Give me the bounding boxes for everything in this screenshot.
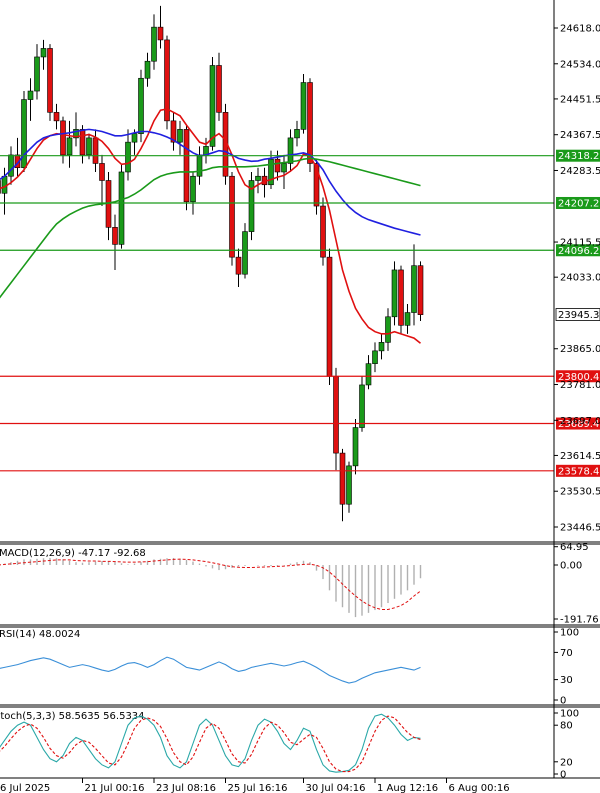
candle-body [131,133,138,143]
price-tick-label: 24451.5 [560,94,600,105]
candle-body [0,180,1,194]
candle-body [378,342,385,352]
candle-body [8,154,14,177]
time-tick-label: 6 Aug 00:16 [449,783,510,793]
candle-body [333,376,339,454]
stoch-tick-label: 100 [560,709,579,720]
candle-body [352,427,359,467]
price-tick-label: 24618.0 [560,24,600,35]
macd-tick-label: -191.76 [560,615,599,626]
candle-body [190,175,196,203]
candle-body [216,65,222,113]
candle-body [99,163,105,181]
candle-body [144,60,151,79]
candle-body [1,175,8,194]
candle-body [307,82,313,164]
candle-body [320,205,326,258]
rsi-tick-label: 30 [560,675,573,686]
time-tick-label: 30 Jul 04:16 [306,783,366,793]
candle-body [209,65,216,147]
rsi-title: RSI(14) 48.0024 [0,629,80,640]
candle-body [183,129,190,203]
macd-title: MACD(12,26,9) -47.17 -92.68 [0,548,146,559]
price-tick-label: 24367.5 [560,130,600,141]
chart-stage: 24318.224207.224096.223800.423689.423578… [0,0,600,793]
candle-body [34,56,40,92]
price-tick-label: 23446.5 [560,523,600,534]
candle-body [53,112,60,122]
candle-body [242,231,248,275]
candle-body [339,452,346,505]
level-tag-label: 23578.4 [558,466,599,477]
price-tick-label: 24534.0 [560,59,600,70]
price-tick-label: 23614.5 [560,451,600,462]
candle-body [294,129,300,139]
candle-body [274,158,281,173]
candle-body [196,154,203,177]
candle-body [411,265,417,313]
level-tag-label: 24207.2 [558,198,599,209]
candle-body [404,312,411,326]
price-tick-label: 24283.5 [560,166,600,177]
price-tick-label: 24033.0 [560,273,600,284]
level-tag-label: 24318.2 [558,151,599,162]
candle-body [229,175,235,258]
candle-body [398,269,404,326]
price-tick-label: 23697.0 [560,416,600,427]
candle-body [417,265,424,315]
candle-body [47,48,53,113]
macd-tick-label: 0.00 [560,561,582,572]
candle-body [177,129,183,143]
candle-body [359,384,365,428]
stoch-title: Stoch(5,3,3) 58.5635 56.5334 [0,711,145,722]
current-price-label: 23945.3 [558,310,599,321]
time-tick-label: 1 Aug 12:16 [377,783,438,793]
candle-body [138,77,144,134]
stoch-tick-label: 20 [560,757,573,768]
candle-body [86,137,92,156]
candle-body [391,269,398,318]
candle-body [125,141,131,173]
candle-body [281,163,287,173]
candle-body [300,82,307,130]
price-tick-label: 23865.0 [560,344,600,355]
candle-body [92,137,99,164]
candle-body [385,316,391,343]
candle-body [79,129,86,156]
candle-body [365,363,372,386]
price-tick-label: 23781.0 [560,380,600,391]
candle-body [112,227,118,245]
time-tick-label: 23 Jul 08:16 [156,783,216,793]
candle-body [27,90,34,100]
candle-body [346,465,352,505]
price-axis: 24618.0 24534.0 24451.5 24367.5 24283.5 24115… [554,24,600,534]
price-tick-label: 24115.5 [560,238,600,249]
candle-body [287,137,294,164]
candle-body [326,256,333,377]
price-tick-label: 23530.5 [560,487,600,498]
rsi-tick-label: 70 [560,648,573,659]
time-tick-label: 6 Jul 2025 [0,783,50,793]
candle-body [40,48,47,58]
rsi-tick-label: 100 [560,628,579,639]
candle-body [255,175,261,181]
time-tick-label: 25 Jul 16:16 [228,783,288,793]
candle-body [118,171,125,245]
candle-body [157,26,164,41]
candle-body [151,26,157,62]
candle-body [66,137,73,156]
time-tick-label: 21 Jul 00:16 [85,783,145,793]
candle-body [235,256,242,275]
stoch-tick-label: 0 [560,770,566,781]
candle-body [60,120,66,156]
candle-body [372,350,378,364]
stoch-tick-label: 80 [560,721,573,732]
